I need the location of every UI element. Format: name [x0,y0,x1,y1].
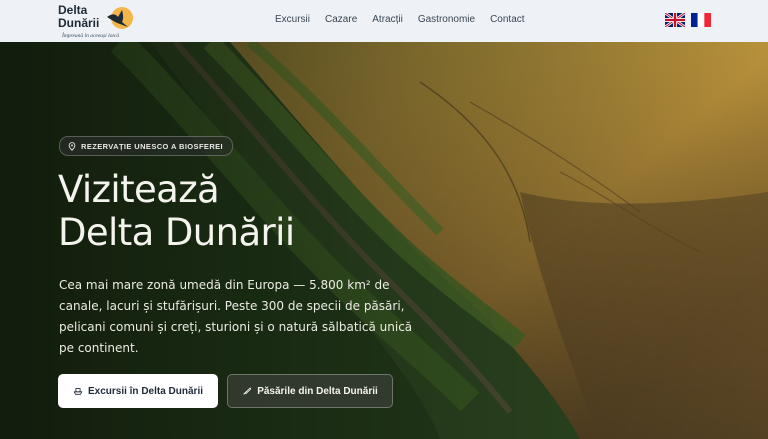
hero-section: REZERVAȚIE UNESCO A BIOSFEREI Vizitează … [0,42,768,439]
hero-title-line1: Vizitează [58,168,220,211]
unesco-badge: REZERVAȚIE UNESCO A BIOSFEREI [59,136,234,156]
uk-flag-icon[interactable] [665,13,685,27]
hero-title: Vizitează Delta Dunării [58,168,295,254]
brand-line2: Dunării [58,15,100,30]
main-nav: Excursii Cazare Atracții Gastronomie Con… [275,14,540,25]
hero-lead: Cea mai mare zonă umedă din Europa — 5.8… [59,275,413,359]
location-pin-icon [68,141,76,151]
hero-title-line2: Delta Dunării [58,211,295,254]
nav-item-excursii[interactable]: Excursii [275,14,310,25]
brand-line1: Delta [58,3,88,17]
badge-text: REZERVAȚIE UNESCO A BIOSFEREI [81,141,224,151]
brand-logo[interactable]: Delta Dunării Împreună în aceeași lotcă [58,4,138,40]
lead-line: pe continent. [59,341,139,355]
brand-tagline: Împreună în aceeași lotcă [62,33,120,39]
feather-icon [243,387,252,395]
lead-line: pelicani comuni și creți, sturioni și o … [59,320,413,334]
boat-icon [73,388,83,395]
pelican-sun-logo-icon [107,7,133,29]
excursii-button-label: Excursii în Delta Dunării [87,385,204,397]
pasari-button-label: Păsările din Delta Dunării [257,385,378,397]
brand-name: Delta Dunării [58,4,99,29]
excursii-button[interactable]: Excursii în Delta Dunării [58,374,218,408]
nav-item-gastronomie[interactable]: Gastronomie [418,14,475,25]
fr-flag-icon[interactable] [691,13,711,27]
lead-line: canale, lacuri și stufărișuri. Peste 300… [59,299,405,313]
pasari-button[interactable]: Păsările din Delta Dunării [227,374,393,408]
lead-line: Cea mai mare zonă umedă din Europa — 5.8… [59,278,390,292]
nav-item-contact[interactable]: Contact [490,14,524,25]
site-header: Delta Dunării Împreună în aceeași lotcă … [0,0,768,42]
nav-item-cazare[interactable]: Cazare [325,14,357,25]
nav-item-atractii[interactable]: Atracții [372,14,403,25]
